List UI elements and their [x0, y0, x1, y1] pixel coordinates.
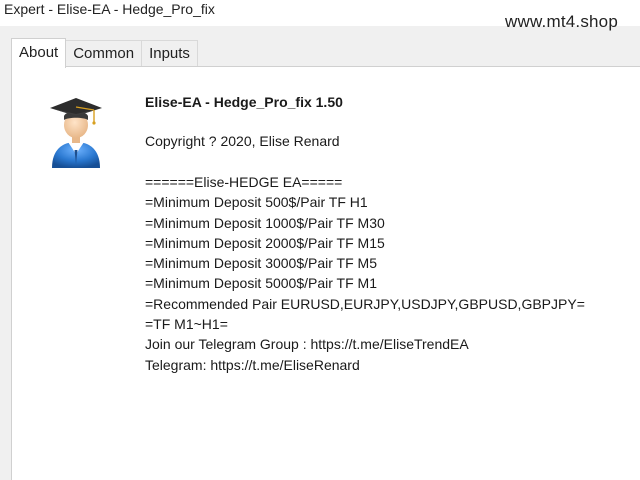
about-panel: Elise-EA - Hedge_Pro_fix 1.50 Copyright … [11, 66, 640, 480]
expert-name: Elise-EA - Hedge_Pro_fix 1.50 [145, 94, 343, 110]
telegram-group-line: Join our Telegram Group : https://t.me/E… [145, 336, 469, 353]
description-text: ======Elise-HEDGE EA===== =Minimum Depos… [145, 172, 585, 375]
tab-common[interactable]: Common [65, 40, 143, 67]
tab-about[interactable]: About [11, 38, 67, 68]
graduate-user-icon [50, 98, 102, 168]
description-line: =TF M1~H1= [145, 316, 228, 333]
description-line: ======Elise-HEDGE EA===== [145, 174, 343, 190]
description-line: =Minimum Deposit 3000$/Pair TF M5 [145, 255, 377, 272]
description-line: =Minimum Deposit 1000$/Pair TF M30 [145, 214, 385, 231]
watermark-text: www.mt4.shop [505, 12, 618, 31]
description-line: =Minimum Deposit 2000$/Pair TF M15 [145, 234, 385, 251]
title-bar[interactable]: Expert - Elise-EA - Hedge_Pro_fix www.mt… [0, 0, 640, 31]
description-line: =Minimum Deposit 500$/Pair TF H1 [145, 194, 368, 211]
description-line: =Minimum Deposit 5000$/Pair TF M1 [145, 275, 377, 292]
copyright-text: Copyright ? 2020, Elise Renard [145, 133, 340, 149]
window-title: Expert - Elise-EA - Hedge_Pro_fix [4, 1, 215, 17]
tab-bar: About Common Inputs [11, 38, 198, 68]
tab-inputs[interactable]: Inputs [141, 40, 198, 67]
expert-properties-window: Expert - Elise-EA - Hedge_Pro_fix www.mt… [0, 0, 640, 480]
description-line: =Recommended Pair EURUSD,EURJPY,USDJPY,G… [145, 295, 585, 312]
telegram-contact-line: Telegram: https://t.me/EliseRenard [145, 356, 360, 373]
